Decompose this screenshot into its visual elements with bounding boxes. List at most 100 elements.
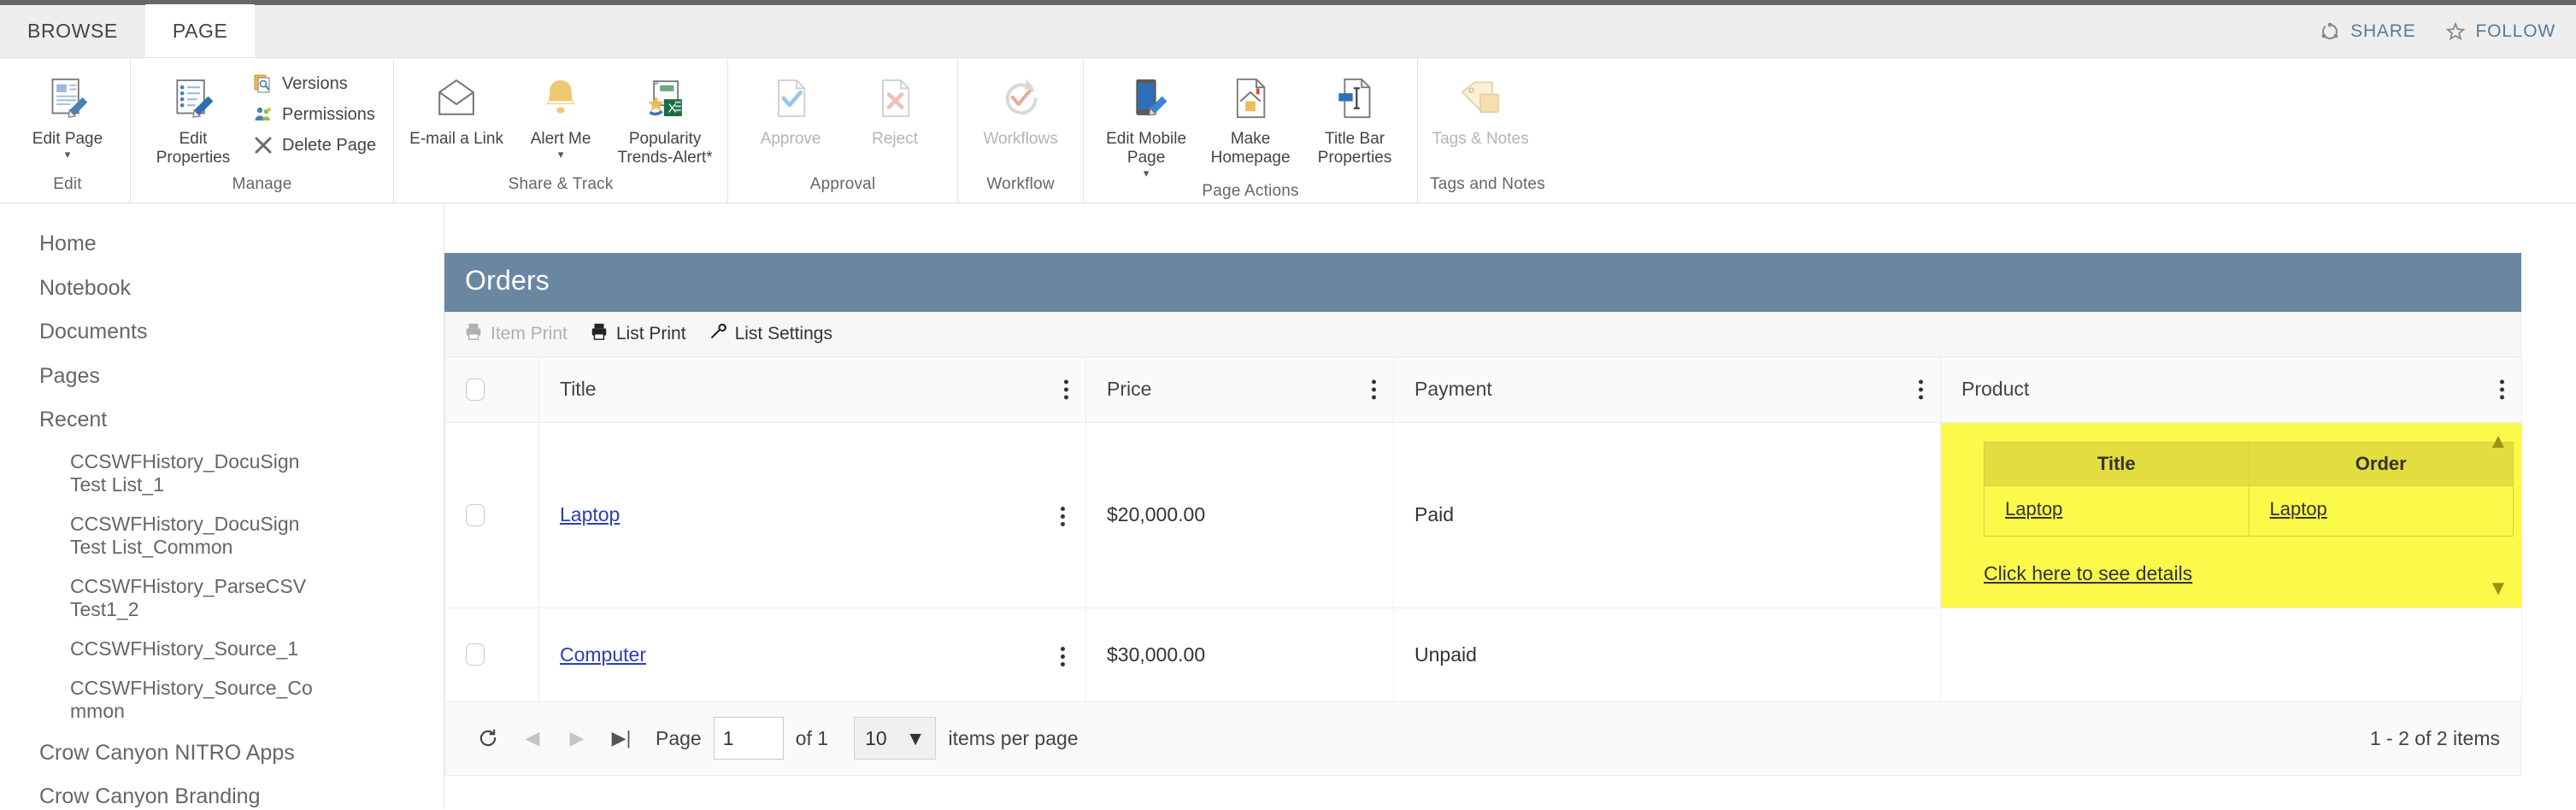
tab-page[interactable]: PAGE [144, 4, 256, 57]
page-total-label: of 1 [795, 726, 829, 749]
edit-properties-button[interactable]: Edit Properties [143, 68, 244, 171]
scroll-down-icon[interactable]: ▼ [2488, 578, 2508, 599]
email-link-icon [432, 72, 480, 125]
last-page-button[interactable]: ▶| [599, 727, 644, 749]
alert-me-button[interactable]: Alert Me ▾ [510, 68, 611, 163]
versions-button[interactable]: Versions [247, 70, 381, 97]
column-header-label: Payment [1414, 378, 1492, 401]
popularity-trends-icon: X [641, 72, 689, 125]
table-row: Computer $30,000.00 Unpaid [444, 607, 2522, 702]
ribbon-group-tags-notes-label: Tags and Notes [1430, 175, 1545, 193]
column-menu-title-icon[interactable] [1061, 376, 1072, 402]
reject-label: Reject [872, 130, 918, 148]
column-header-product[interactable]: Product [1940, 357, 2522, 423]
tab-browse-label: BROWSE [27, 19, 118, 42]
list-toolbar: Item Print List Print List Settings [444, 312, 2521, 357]
permissions-button[interactable]: Permissions [247, 101, 381, 128]
product-order-link[interactable]: Laptop [2270, 498, 2327, 519]
follow-label: FOLLOW [2475, 21, 2555, 41]
column-menu-product-icon[interactable] [2497, 376, 2508, 402]
column-header-price[interactable]: Price [1085, 357, 1394, 423]
webpart-title: Orders [444, 253, 2521, 312]
column-menu-payment-icon[interactable] [1915, 376, 1926, 402]
star-icon [2445, 21, 2466, 42]
page-size-value: 10 [865, 726, 887, 749]
sidebar-item-crow-canyon-nitro-apps[interactable]: Crow Canyon NITRO Apps [39, 731, 444, 776]
email-link-button[interactable]: E-mail a Link [406, 68, 507, 152]
tags-notes-button[interactable]: Tags & Notes [1430, 68, 1531, 152]
see-details-link[interactable]: Click here to see details [1984, 562, 2192, 585]
edit-mobile-page-button[interactable]: Edit Mobile Page ▾ [1096, 68, 1197, 182]
ribbon-group-edit: Edit Page ▾ Edit [5, 58, 131, 202]
sidebar-item-pages[interactable]: Pages [39, 355, 444, 399]
title-link[interactable]: Computer [560, 643, 646, 666]
next-page-button[interactable]: ▶ [555, 727, 599, 749]
sidebar-item-recent[interactable]: Recent [39, 398, 444, 443]
cell-payment: Unpaid [1393, 607, 1941, 702]
list-settings-button[interactable]: List Settings [709, 322, 832, 346]
title-bar-properties-button[interactable]: Title Bar Properties [1304, 68, 1405, 171]
cell-payment: Paid [1393, 421, 1941, 608]
sidebar-item-ccswfhistory-source-common[interactable]: CCSWFHistory_Source_Common [39, 669, 321, 731]
ribbon-group-share-track-label: Share & Track [508, 175, 614, 193]
workflows-icon [997, 72, 1044, 125]
make-homepage-button[interactable]: Make Homepage [1200, 68, 1301, 171]
popularity-trends-button[interactable]: X Popularity Trends-Alert* [615, 68, 715, 171]
page-size-select[interactable]: 10 ▼ [854, 717, 937, 760]
printer-icon [590, 322, 609, 346]
sidebar-item-ccswfhistory-docusign-test-list-1[interactable]: CCSWFHistory_DocuSign Test List_1 [39, 443, 321, 505]
sidebar-item-ccswfhistory-docusign-test-list-common[interactable]: CCSWFHistory_DocuSign Test List_Common [39, 505, 321, 567]
cell-title: Computer [538, 607, 1086, 702]
chevron-down-icon[interactable]: ▾ [558, 149, 564, 160]
sidebar-item-ccswfhistory-source-1[interactable]: CCSWFHistory_Source_1 [39, 630, 321, 669]
sidebar-item-crow-canyon-branding[interactable]: Crow Canyon Branding [39, 775, 444, 810]
workflows-button[interactable]: Workflows [970, 68, 1071, 152]
versions-label: Versions [282, 73, 348, 93]
column-header-payment[interactable]: Payment [1393, 357, 1941, 423]
row-menu-icon[interactable] [1061, 503, 1065, 526]
sidebar-item-label: CCSWFHistory_DocuSign Test List_Common [70, 512, 300, 559]
page-number-input[interactable] [713, 717, 784, 760]
share-icon [2320, 21, 2340, 42]
title-link[interactable]: Laptop [560, 503, 620, 525]
items-summary-label: 1 - 2 of 2 items [2369, 726, 2500, 749]
row-checkbox[interactable] [466, 503, 485, 526]
scroll-up-icon[interactable]: ▲ [2488, 431, 2508, 452]
share-button[interactable]: SHARE [2320, 21, 2415, 42]
workflows-label: Workflows [983, 130, 1058, 148]
row-menu-icon[interactable] [1061, 643, 1065, 666]
approve-button[interactable]: Approve [740, 68, 841, 152]
sidebar-item-documents[interactable]: Documents [39, 310, 444, 355]
sidebar-item-label: CCSWFHistory_Source_Common [70, 676, 313, 723]
sidebar-item-label: Pages [39, 363, 100, 388]
edit-page-button[interactable]: Edit Page ▾ [17, 68, 118, 163]
select-all-checkbox[interactable] [466, 378, 485, 401]
share-label: SHARE [2350, 21, 2416, 41]
row-select-cell [444, 421, 539, 608]
prev-page-button[interactable]: ◀ [510, 727, 555, 749]
list-print-button[interactable]: List Print [590, 322, 686, 346]
sidebar-item-label: Recent [39, 408, 108, 431]
cell-price: $20,000.00 [1085, 421, 1394, 608]
delete-page-button[interactable]: Delete Page [247, 132, 381, 159]
ribbon-group-approval-label: Approval [809, 175, 876, 193]
follow-button[interactable]: FOLLOW [2445, 21, 2555, 42]
product-title-link[interactable]: Laptop [2005, 498, 2062, 519]
reject-button[interactable]: Reject [844, 68, 945, 152]
refresh-icon[interactable] [466, 727, 510, 749]
edit-page-icon [44, 72, 91, 125]
approve-label: Approve [760, 130, 821, 148]
item-print-button[interactable]: Item Print [464, 322, 568, 346]
chevron-down-icon[interactable]: ▾ [65, 149, 71, 160]
sidebar-item-home[interactable]: Home [39, 222, 444, 267]
sidebar-item-notebook[interactable]: Notebook [39, 267, 444, 311]
sidebar-item-ccswfhistory-parsecsv-test1-2[interactable]: CCSWFHistory_ParseCSV Test1_2 [39, 567, 321, 630]
tab-browse[interactable]: BROWSE [0, 4, 145, 57]
column-menu-price-icon[interactable] [1368, 376, 1379, 402]
column-header-title[interactable]: Title [538, 357, 1086, 423]
make-homepage-label: Make Homepage [1210, 130, 1291, 167]
chevron-down-icon[interactable]: ▾ [1144, 167, 1150, 179]
tags-notes-label: Tags & Notes [1432, 130, 1529, 148]
product-scrollbar[interactable]: ▲ ▼ [2484, 431, 2513, 599]
row-checkbox[interactable] [466, 643, 485, 666]
